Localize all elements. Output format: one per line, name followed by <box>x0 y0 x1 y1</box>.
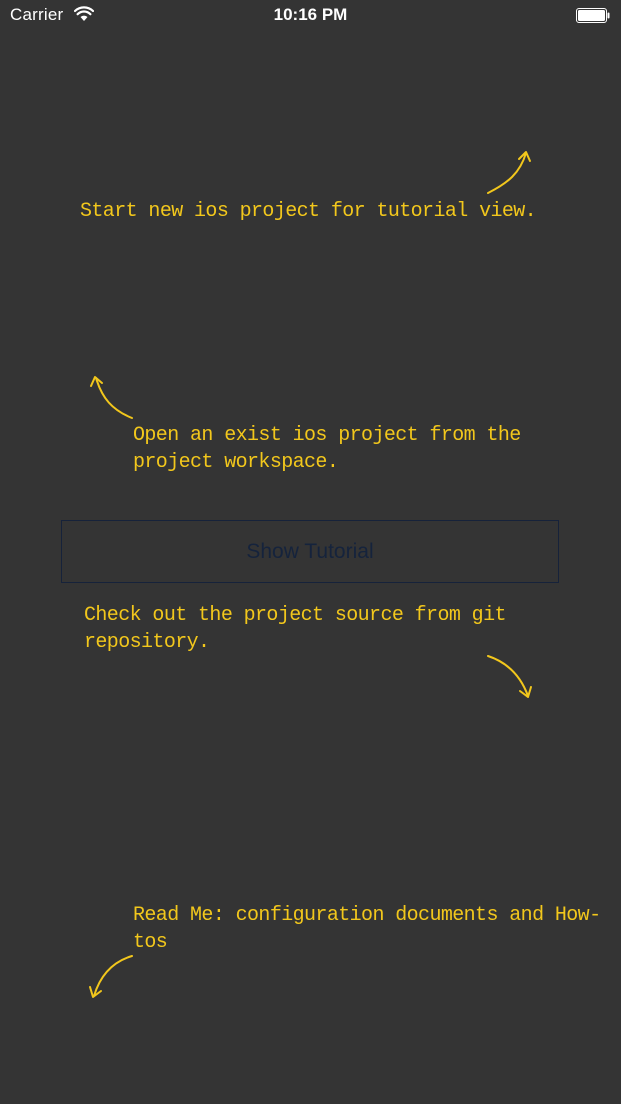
status-bar: Carrier 10:16 PM <box>0 0 621 32</box>
show-tutorial-button[interactable]: Show Tutorial <box>61 520 559 583</box>
status-time: 10:16 PM <box>273 5 348 24</box>
curved-arrow-icon <box>82 370 142 425</box>
hint-open-project: Open an exist ios project from the proje… <box>133 424 533 474</box>
curved-arrow-icon <box>480 145 540 200</box>
hint-new-project: Start new ios project for tutorial view. <box>80 200 537 223</box>
curved-arrow-icon <box>482 650 542 705</box>
curved-arrow-icon <box>82 950 142 1005</box>
hint-read-me: Read Me: configuration documents and How… <box>133 904 601 954</box>
battery-icon <box>576 8 610 23</box>
hint-checkout-git: Check out the project source from git re… <box>84 604 518 654</box>
